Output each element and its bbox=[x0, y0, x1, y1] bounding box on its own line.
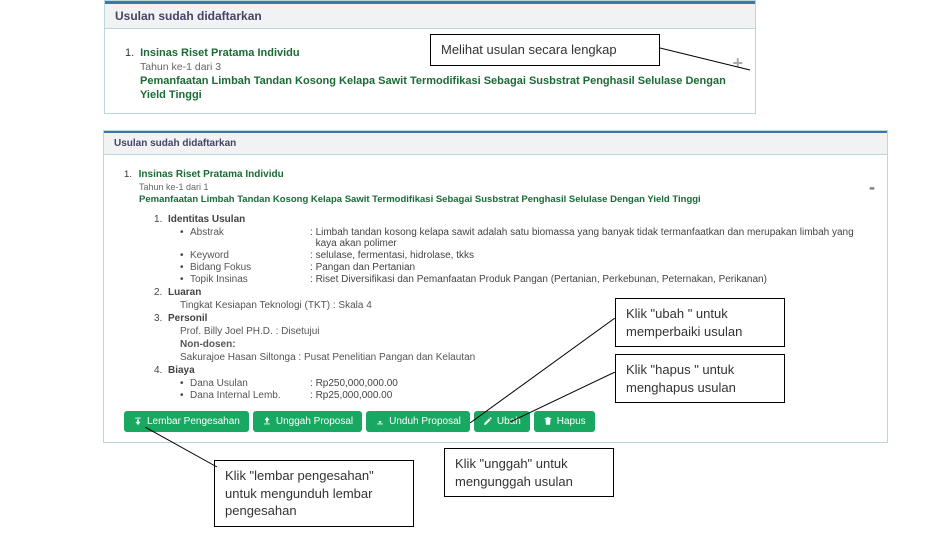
connector-line bbox=[145, 427, 220, 472]
panel-header: Usulan sudah didaftarkan bbox=[105, 1, 755, 29]
unduh-proposal-button[interactable]: Unduh Proposal bbox=[366, 411, 470, 432]
annotation-ubah: Klik "ubah " untuk memperbaiki usulan bbox=[615, 298, 785, 347]
connector-line bbox=[660, 40, 765, 75]
annotation-hapus: Klik "hapus " untuk menghapus usulan bbox=[615, 354, 785, 403]
unggah-proposal-button[interactable]: Unggah Proposal bbox=[253, 411, 362, 432]
year-line: Tahun ke-1 dari 1 bbox=[139, 182, 875, 192]
download-icon bbox=[133, 416, 143, 426]
annotation-unggah: Klik "unggah" untuk mengunggah usulan bbox=[444, 448, 614, 497]
item-number: 1. bbox=[125, 47, 137, 59]
annotation-melihat: Melihat usulan secara lengkap bbox=[430, 34, 660, 66]
kv-bidang: •Bidang Fokus: Pangan dan Pertanian bbox=[180, 262, 875, 273]
section-identitas: 1.Identitas Usulan bbox=[154, 214, 875, 225]
scheme-title: Insinas Riset Pratama Individu bbox=[140, 47, 300, 59]
download-icon bbox=[375, 416, 385, 426]
scheme-title: Insinas Riset Pratama Individu bbox=[139, 169, 284, 180]
kv-topik: •Topik Insinas: Riset Diversifikasi dan … bbox=[180, 274, 875, 285]
kv-abstrak: •Abstrak: Limbah tandan kosong kelapa sa… bbox=[180, 227, 875, 249]
upload-icon bbox=[262, 416, 272, 426]
item-number: 1. bbox=[124, 169, 136, 180]
kv-keyword: •Keyword: selulase, fermentasi, hidrolas… bbox=[180, 250, 875, 261]
panel-header: Usulan sudah didaftarkan bbox=[104, 131, 887, 155]
section-luaran: 2.Luaran bbox=[154, 287, 875, 298]
proposal-title: Pemanfaatan Limbah Tandan Kosong Kelapa … bbox=[139, 194, 875, 206]
connector-line bbox=[510, 372, 620, 427]
proposal-title: Pemanfaatan Limbah Tandan Kosong Kelapa … bbox=[140, 75, 743, 103]
collapse-icon[interactable]: - bbox=[869, 177, 875, 198]
annotation-pengesahan: Klik "lembar pengesahan" untuk mengunduh… bbox=[214, 460, 414, 527]
